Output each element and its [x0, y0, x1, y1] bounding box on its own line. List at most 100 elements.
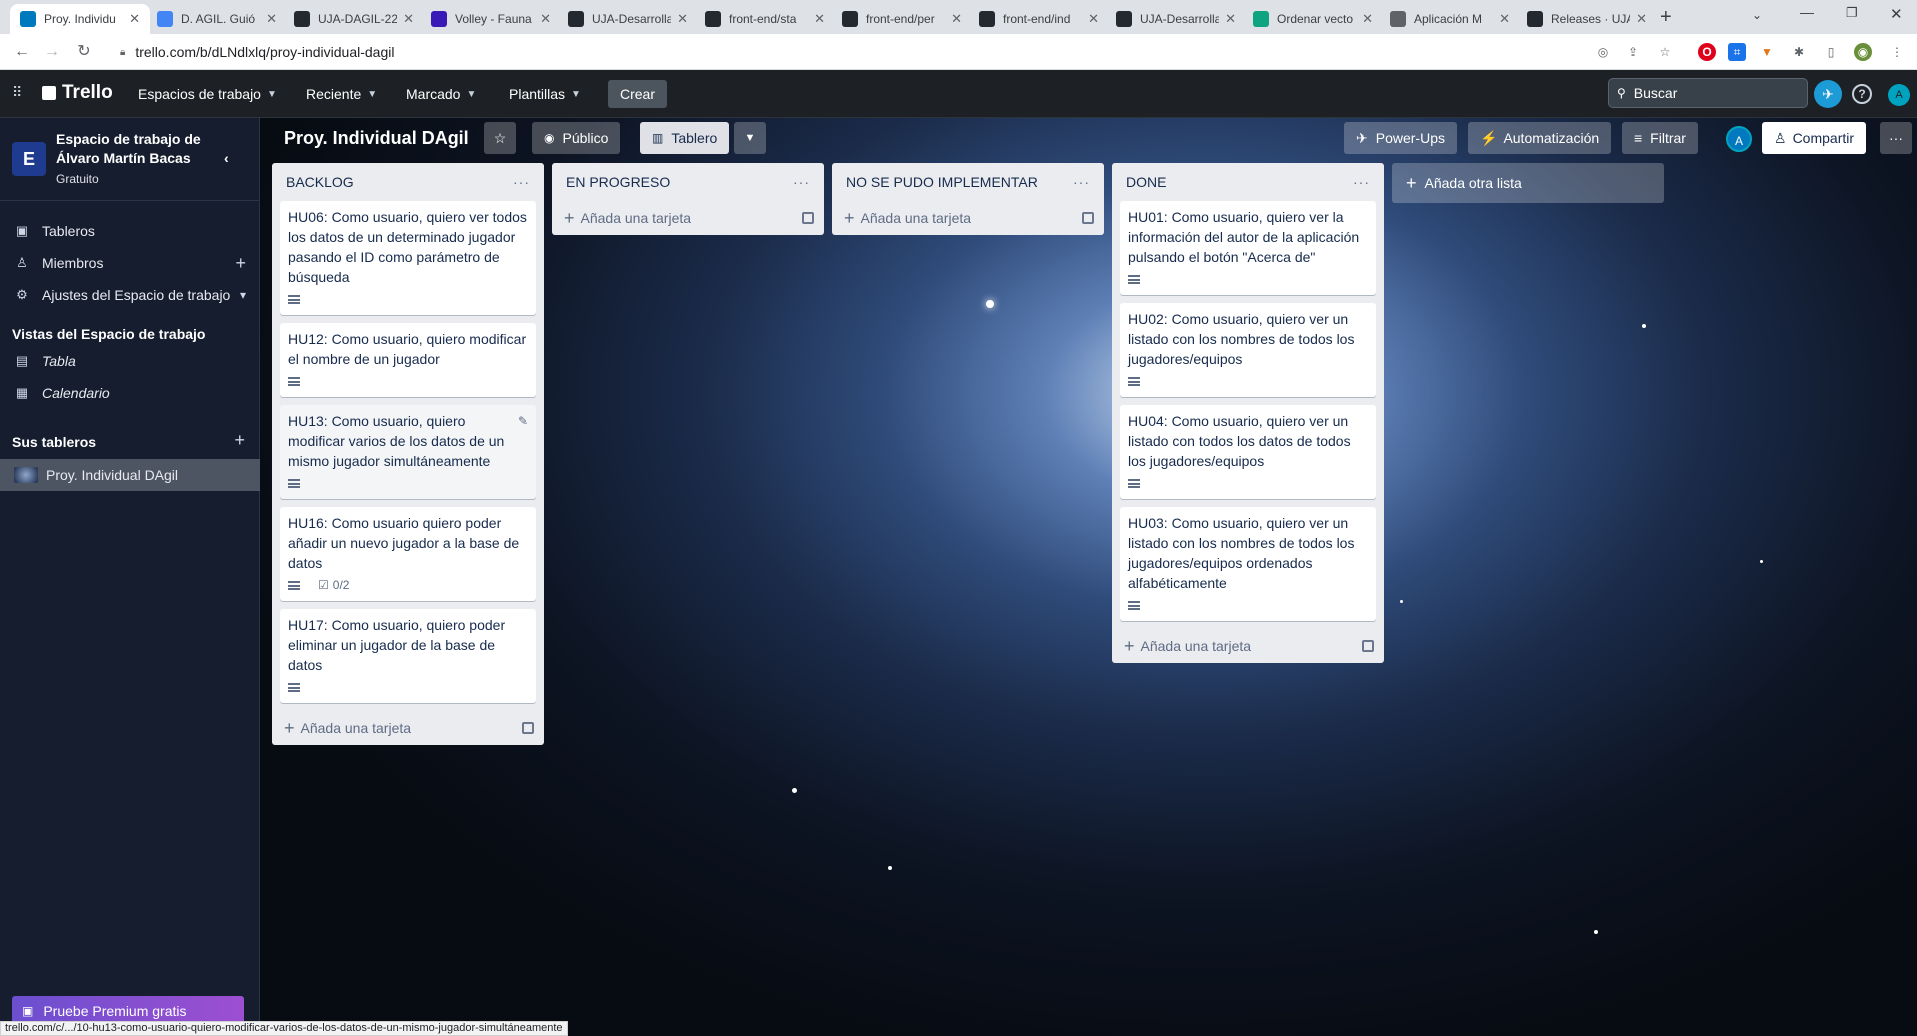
card-template-icon[interactable] [802, 212, 814, 224]
filter-button[interactable]: ≡ Filtrar [1622, 122, 1698, 154]
sidebar-item-boards[interactable]: ▣ Tableros [0, 215, 260, 247]
close-tab-icon[interactable]: ✕ [403, 11, 414, 27]
extensions-puzzle-icon[interactable]: ✱ [1790, 43, 1808, 61]
close-window-button[interactable]: ✕ [1890, 5, 1903, 23]
help-icon[interactable]: ? [1852, 84, 1872, 104]
opera-extension-icon[interactable]: O [1698, 43, 1716, 61]
share-icon[interactable]: ⇪ [1624, 43, 1642, 61]
card[interactable]: HU12: Como usuario, quiero modificar el … [280, 323, 536, 397]
browser-tab[interactable]: UJA-Desarrolla ✕ [558, 4, 698, 34]
card[interactable]: HU04: Como usuario, quiero ver un listad… [1120, 405, 1376, 499]
card[interactable]: HU01: Como usuario, quiero ver la inform… [1120, 201, 1376, 295]
card[interactable]: HU02: Como usuario, quiero ver un listad… [1120, 303, 1376, 397]
side-panel-icon[interactable]: ▯ [1822, 43, 1840, 61]
add-card-button[interactable]: + Añada una tarjeta [832, 201, 1104, 235]
card-template-icon[interactable] [522, 722, 534, 734]
browser-tab[interactable]: front-end/sta ✕ [695, 4, 835, 34]
search-input[interactable]: ⚲ Buscar [1608, 78, 1808, 108]
list-header[interactable]: NO SE PUDO IMPLEMENTAR ··· [832, 163, 1104, 201]
list-menu-icon[interactable]: ··· [793, 174, 810, 190]
profile-avatar-icon[interactable]: ◉ [1854, 43, 1872, 61]
minimize-window-button[interactable]: — [1800, 4, 1814, 20]
recent-menu[interactable]: Reciente ▼ [306, 80, 377, 108]
user-avatar[interactable]: A [1888, 84, 1910, 106]
edit-pencil-icon[interactable]: ✎ [518, 411, 528, 431]
board-member-avatar[interactable]: A [1726, 126, 1752, 152]
close-tab-icon[interactable]: ✕ [129, 11, 140, 27]
star-board-button[interactable]: ☆ [484, 122, 516, 154]
card[interactable]: HU17: Como usuario, quiero poder elimina… [280, 609, 536, 703]
restore-window-button[interactable]: ❐ [1846, 5, 1858, 21]
browser-tab[interactable]: Volley - Fauna ✕ [421, 4, 561, 34]
templates-menu[interactable]: Plantillas ▼ [509, 80, 581, 108]
google-lens-icon[interactable]: ◎ [1594, 43, 1612, 61]
powerups-button[interactable]: ✈ Power-Ups [1344, 122, 1457, 154]
board-title[interactable]: Proy. Individual DAgil [276, 122, 477, 154]
card[interactable]: HU16: Como usuario quiero poder añadir u… [280, 507, 536, 601]
card[interactable]: HU03: Como usuario, quiero ver un listad… [1120, 507, 1376, 621]
board-menu-button[interactable]: ··· [1880, 122, 1912, 154]
workspaces-menu[interactable]: Espacios de trabajo ▼ [138, 80, 277, 108]
close-tab-icon[interactable]: ✕ [266, 11, 277, 27]
list-header[interactable]: BACKLOG ··· [272, 163, 544, 201]
sidebar-board-item[interactable]: Proy. Individual DAgil [0, 459, 260, 491]
close-tab-icon[interactable]: ✕ [540, 11, 551, 27]
close-tab-icon[interactable]: ✕ [1225, 11, 1236, 27]
collapse-sidebar-chevron-icon[interactable]: ‹ [224, 150, 229, 166]
card-template-icon[interactable] [1082, 212, 1094, 224]
browser-tab[interactable]: UJA-DAGIL-22 ✕ [284, 4, 424, 34]
metamask-extension-icon[interactable]: ▼ [1758, 43, 1776, 61]
address-bar[interactable]: 🔒︎ trello.com/b/dLNdlxlq/proy-individual… [108, 38, 1348, 66]
close-tab-icon[interactable]: ✕ [1088, 11, 1099, 27]
browser-menu-icon[interactable]: ⋮ [1888, 43, 1906, 61]
add-member-plus-icon[interactable]: + [235, 253, 246, 274]
list-header[interactable]: DONE ··· [1112, 163, 1384, 201]
list-menu-icon[interactable]: ··· [1353, 174, 1370, 190]
bookmark-star-icon[interactable]: ☆ [1656, 43, 1674, 61]
sidebar-item-table-view[interactable]: ▤ Tabla [0, 345, 260, 377]
app-switcher-icon[interactable]: ⠿ [12, 84, 22, 101]
close-tab-icon[interactable]: ✕ [1499, 11, 1510, 27]
view-switcher-button[interactable]: ▥ Tablero [640, 122, 730, 154]
sidebar-item-members[interactable]: ♙ Miembros + [0, 247, 260, 279]
close-tab-icon[interactable]: ✕ [951, 11, 962, 27]
close-tab-icon[interactable]: ✕ [1636, 11, 1647, 27]
screenshot-extension-icon[interactable]: ⌗ [1728, 43, 1746, 61]
add-list-button[interactable]: + Añada otra lista [1392, 163, 1664, 203]
trello-logo[interactable]: Trello [42, 82, 113, 104]
card-template-icon[interactable] [1362, 640, 1374, 652]
share-button[interactable]: ♙ Compartir [1762, 122, 1867, 154]
close-tab-icon[interactable]: ✕ [1362, 11, 1373, 27]
browser-tab[interactable]: UJA-Desarrolla ✕ [1106, 4, 1246, 34]
browser-tab[interactable]: front-end/ind ✕ [969, 4, 1109, 34]
reload-icon[interactable]: ↻ [74, 42, 94, 62]
browser-tab[interactable]: Aplicación M ✕ [1380, 4, 1520, 34]
card[interactable]: HU06: Como usuario, quiero ver todos los… [280, 201, 536, 315]
list-header[interactable]: EN PROGRESO ··· [552, 163, 824, 201]
new-tab-button[interactable]: + [1660, 6, 1672, 29]
add-board-plus-icon[interactable]: + [234, 430, 245, 451]
tab-search-icon[interactable]: ⌄ [1752, 8, 1762, 22]
browser-tab[interactable]: Proy. Individu ✕ [10, 4, 150, 34]
forward-arrow-icon[interactable]: → [42, 42, 62, 62]
browser-tab[interactable]: Ordenar vecto ✕ [1243, 4, 1383, 34]
notifications-icon[interactable]: ✈ [1814, 80, 1842, 108]
browser-tab[interactable]: Releases · UJA ✕ [1517, 4, 1657, 34]
automation-button[interactable]: ⚡ Automatización [1468, 122, 1612, 154]
views-dropdown-button[interactable]: ▼ [734, 122, 766, 154]
card[interactable]: HU13: Como usuario, quiero modificar var… [280, 405, 536, 499]
list-menu-icon[interactable]: ··· [1073, 174, 1090, 190]
browser-tab[interactable]: D. AGIL. Guió ✕ [147, 4, 287, 34]
close-tab-icon[interactable]: ✕ [677, 11, 688, 27]
create-button[interactable]: Crear [608, 80, 668, 108]
visibility-button[interactable]: ◉ Público [532, 122, 621, 154]
add-card-button[interactable]: + Añada una tarjeta [1112, 629, 1384, 663]
browser-tab[interactable]: front-end/per ✕ [832, 4, 972, 34]
starred-menu[interactable]: Marcado ▼ [406, 80, 476, 108]
add-card-button[interactable]: + Añada una tarjeta [552, 201, 824, 235]
sidebar-item-calendar-view[interactable]: ▦ Calendario [0, 377, 260, 409]
list-menu-icon[interactable]: ··· [513, 174, 530, 190]
workspace-name[interactable]: Espacio de trabajo de Álvaro Martín Baca… [56, 130, 216, 168]
close-tab-icon[interactable]: ✕ [814, 11, 825, 27]
back-arrow-icon[interactable]: ← [12, 42, 32, 62]
